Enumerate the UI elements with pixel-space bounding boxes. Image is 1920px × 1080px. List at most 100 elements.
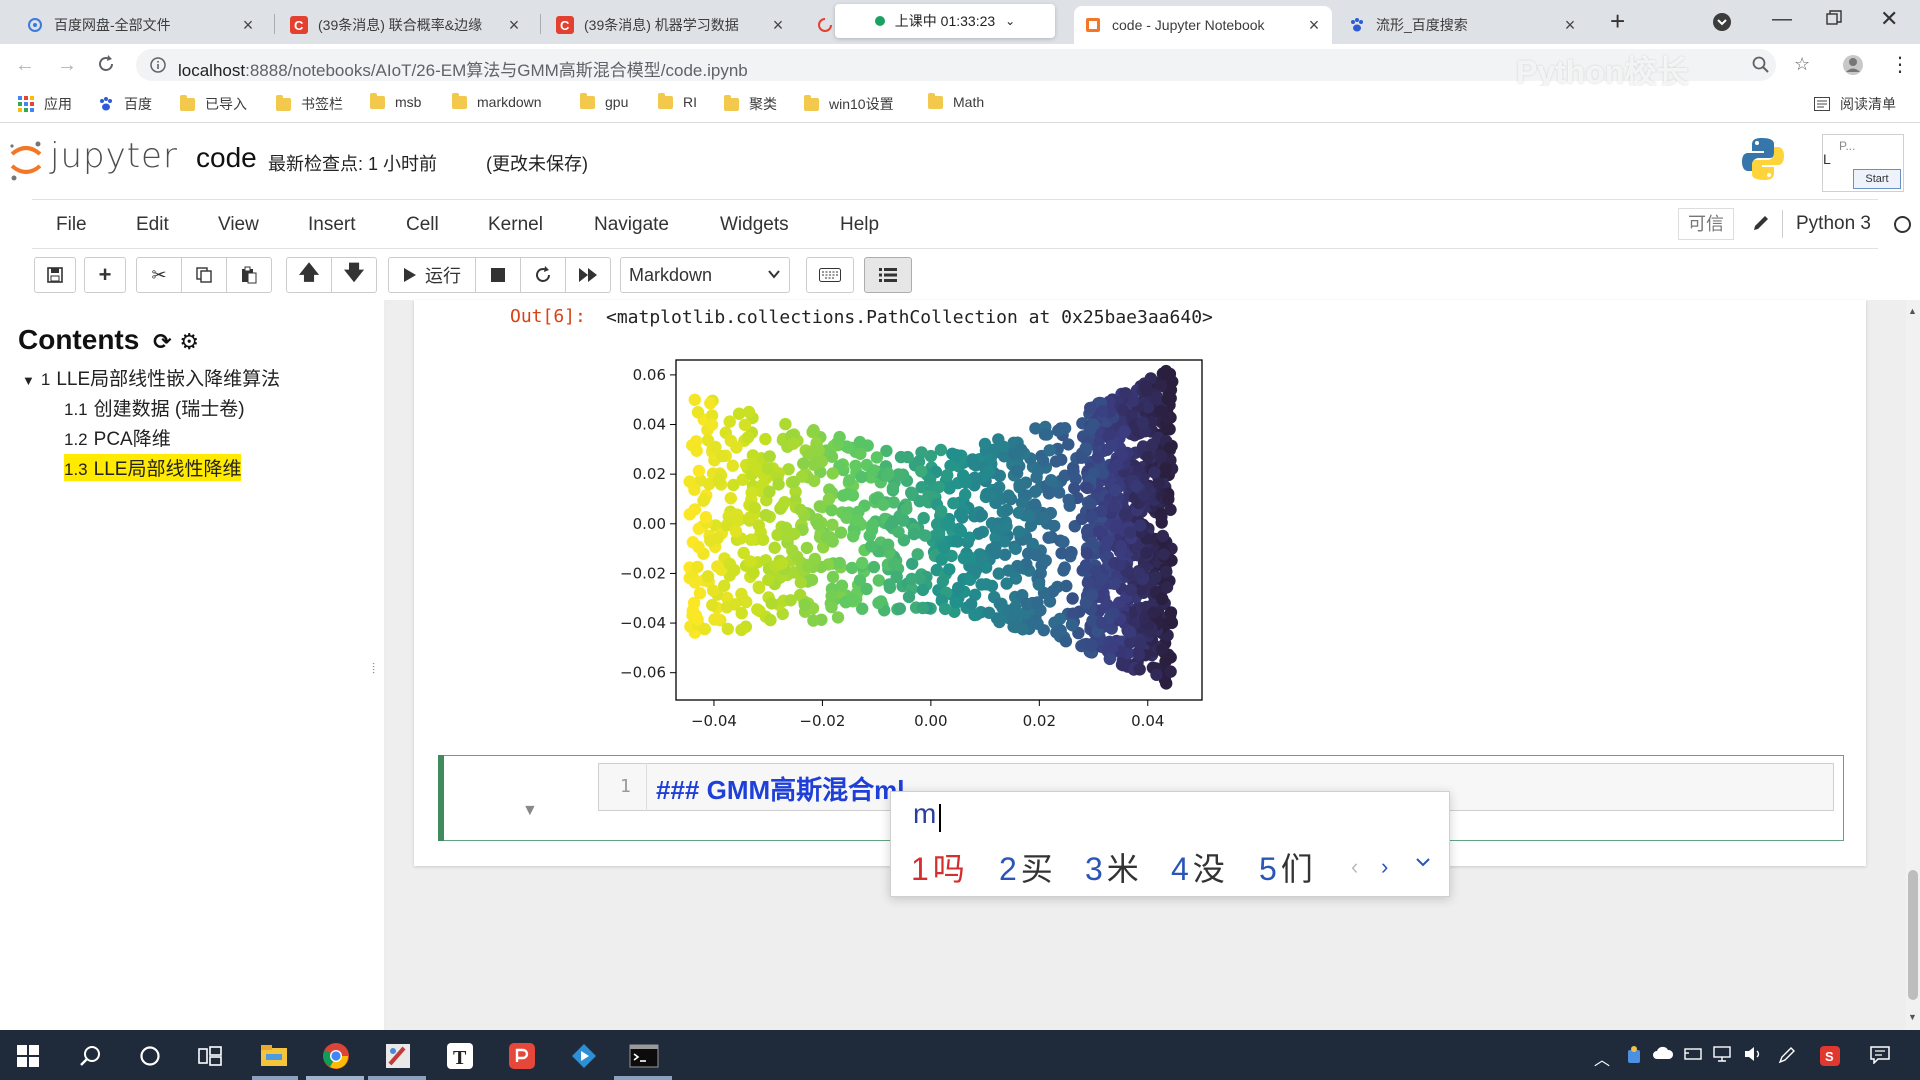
ime-candidate-window[interactable]: m 1吗 2买 3米 4没 5们 ‹ › [890,791,1450,897]
tray-app-icon[interactable] [1626,1046,1642,1064]
menu-help[interactable]: Help [840,214,879,236]
tab-jupyter[interactable]: code - Jupyter Notebook × [1074,6,1332,44]
notebook-name[interactable]: code [196,142,257,174]
restore-icon[interactable] [1826,10,1842,26]
menu-widgets[interactable]: Widgets [720,214,789,236]
menu-navigate[interactable]: Navigate [594,214,669,236]
forward-icon[interactable]: → [56,54,78,76]
insert-cell-button[interactable]: + [84,257,126,293]
cortana-icon[interactable] [132,1038,168,1074]
tab-search-icon[interactable] [1712,12,1732,32]
restart-run-all-button[interactable] [565,257,611,293]
ime-prev-page-icon[interactable]: ‹ [1351,854,1358,880]
tray-chevron-up-icon[interactable]: ︿ [1594,1046,1610,1070]
tab-close-icon[interactable]: × [1562,15,1578,36]
jupyter-logo-icon[interactable] [8,138,44,182]
collapse-caret-icon[interactable]: ▼ [522,802,538,820]
save-button[interactable] [34,257,76,293]
address-bar[interactable]: localhost:8888/notebooks/AIoT/26-EM算法与GM… [136,49,1776,90]
terminal-icon[interactable] [626,1038,662,1074]
volume-icon[interactable] [1744,1046,1764,1062]
refresh-icon[interactable]: ⟳ [153,329,171,354]
bookmark-folder-msb[interactable]: msb [370,92,421,110]
caret-down-icon[interactable]: ▼ [22,373,35,388]
scroll-up-icon[interactable]: ▲ [1908,306,1917,316]
paste-button[interactable] [226,257,272,293]
bookmark-folder-clustering[interactable]: 聚类 [724,94,777,114]
bookmark-folder-math[interactable]: Math [928,92,984,110]
move-up-button[interactable]: 🡅 [286,257,332,293]
menu-view[interactable]: View [218,214,259,236]
info-icon[interactable] [150,57,166,73]
toc-item-1-2[interactable]: 1.2 PCA降维 [64,424,171,451]
tab-loading[interactable] [806,6,836,44]
bookmark-star-icon[interactable]: ☆ [1794,54,1810,75]
back-icon[interactable]: ← [14,54,36,76]
close-window-icon[interactable]: ✕ [1880,6,1898,32]
menu-edit[interactable]: Edit [136,214,169,236]
ime-candidate-3[interactable]: 3米 [1085,844,1139,890]
tab-close-icon[interactable]: × [1306,15,1322,36]
bookmark-folder-imported[interactable]: 已导入 [180,94,247,114]
ime-candidate-5[interactable]: 5们 [1259,844,1313,890]
menu-file[interactable]: File [56,214,87,236]
tray-device-icon[interactable] [1684,1046,1702,1062]
tab-csdn-2[interactable]: C (39条消息) 机器学习数据 × [546,6,796,44]
bookmark-folder-ri[interactable]: RI [658,92,697,110]
tab-baidu-search[interactable]: 流形_百度搜索 × [1338,6,1588,44]
menu-cell[interactable]: Cell [406,214,439,236]
windows-start-icon[interactable] [10,1038,46,1074]
tab-close-icon[interactable]: × [240,15,256,36]
ime-candidate-2[interactable]: 2买 [999,844,1053,890]
menu-kernel[interactable]: Kernel [488,214,543,236]
zoom-icon[interactable] [1752,56,1770,74]
pen-icon[interactable] [1778,1046,1796,1064]
ime-candidate-1[interactable]: 1吗 [911,844,965,890]
toc-item-1-1[interactable]: 1.1 创建数据 (瑞士卷) [64,394,245,421]
cell-source-text[interactable]: ### GMM高斯混合ml [656,770,905,807]
pdf-reader-icon[interactable] [504,1038,540,1074]
bookmark-folder-win10[interactable]: win10设置 [804,94,894,114]
jupyter-logo-text[interactable]: jupyter [50,136,178,176]
bookmark-folder-markdown[interactable]: markdown [452,92,542,110]
new-tab-button[interactable]: + [1610,6,1625,37]
network-icon[interactable] [1712,1046,1732,1062]
toc-toggle-button[interactable] [864,257,912,293]
chrome-icon[interactable] [318,1038,354,1074]
reading-list[interactable]: 阅读清单 [1814,94,1896,114]
cell-type-select[interactable]: Markdown [620,257,790,293]
task-view-icon[interactable] [192,1038,228,1074]
trusted-indicator[interactable]: 可信 [1678,208,1734,240]
ime-logo-icon[interactable]: S [1820,1046,1840,1066]
toc-item-1-3[interactable]: 1.3 LLE局部线性降维 [64,454,242,481]
browser-menu-icon[interactable]: ⋮ [1890,52,1910,77]
gear-icon[interactable]: ⚙ [179,329,199,354]
search-icon[interactable] [72,1038,108,1074]
chevron-down-icon[interactable]: ⌄ [1005,14,1015,28]
bookmark-folder-gpu[interactable]: gpu [580,92,628,110]
ime-expand-icon[interactable] [1415,856,1431,868]
profile-avatar-icon[interactable] [1842,54,1864,76]
move-down-button[interactable]: 🡇 [331,257,377,293]
edit-pencil-icon[interactable] [1752,214,1770,232]
tab-csdn-1[interactable]: C (39条消息) 联合概率&边缘 × [280,6,532,44]
run-button[interactable]: 运行 [388,257,476,293]
paint-app-icon[interactable] [380,1038,416,1074]
video-player-icon[interactable] [566,1038,602,1074]
interrupt-button[interactable] [475,257,521,293]
onedrive-icon[interactable] [1652,1046,1674,1060]
bookmark-apps[interactable]: 应用 [18,94,72,114]
ime-next-page-icon[interactable]: › [1381,854,1388,880]
copy-button[interactable] [181,257,227,293]
page-scrollbar[interactable]: ▲ ▼ [1906,300,1920,1030]
scrollbar-thumb[interactable] [1908,870,1918,1000]
bookmark-folder-bookmarks[interactable]: 书签栏 [276,94,343,114]
cut-button[interactable]: ✂ [136,257,182,293]
typora-icon[interactable]: T [442,1038,478,1074]
tab-close-icon[interactable]: × [770,15,786,36]
reload-icon[interactable] [96,54,118,76]
toc-item-1[interactable]: ▼ 1 LLE局部线性嵌入降维算法 [22,364,280,391]
extension-start-button[interactable]: Start [1853,169,1901,189]
bookmark-baidu[interactable]: 百度 [98,94,152,114]
extension-popup[interactable]: P... L Start [1822,134,1904,192]
